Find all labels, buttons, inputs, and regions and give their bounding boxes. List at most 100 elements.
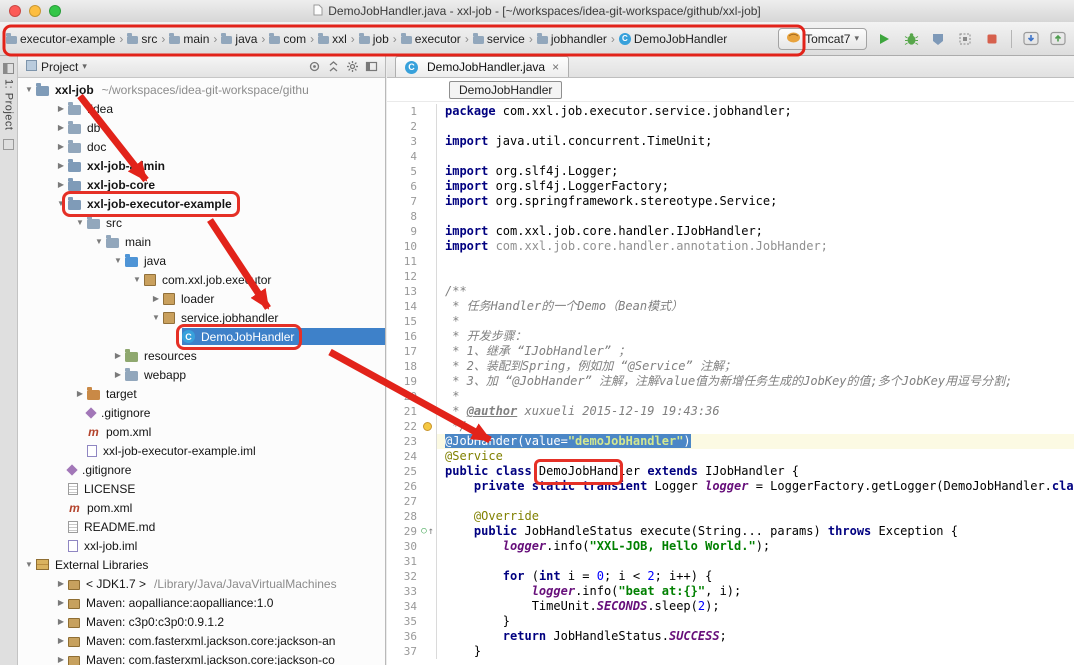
tree-item-LICENSE[interactable]: LICENSE — [18, 479, 385, 498]
tree-item-Maven: com.fasterxml.jackson.core:jackson-an[interactable]: ▶Maven: com.fasterxml.jackson.core:jacks… — [18, 631, 385, 650]
tree-collapse-arrow-icon[interactable]: ▼ — [149, 313, 163, 322]
tree-item-webapp[interactable]: ▶webapp — [18, 365, 385, 384]
tree-item-loader[interactable]: ▶loader — [18, 289, 385, 308]
tree-expand-arrow-icon[interactable]: ▶ — [54, 180, 68, 189]
tree-item-db[interactable]: ▶db — [18, 118, 385, 137]
tree-item-xxl-job-executor-example[interactable]: ▼xxl-job-executor-example — [18, 194, 385, 213]
code-line-30[interactable]: 30 logger.info("XXL-JOB, Hello World."); — [387, 539, 1074, 554]
minimize-window-icon[interactable] — [29, 5, 41, 17]
tree-item-.gitignore[interactable]: .gitignore — [18, 460, 385, 479]
tree-item-pom.xml[interactable]: mpom.xml — [18, 498, 385, 517]
breadcrumb-item-jobhandler[interactable]: jobhandler — [536, 30, 608, 48]
code-line-20[interactable]: 20 * — [387, 389, 1074, 404]
code-line-25[interactable]: 25public class DemoJobHandler extends IJ… — [387, 464, 1074, 479]
tree-item-DemoJobHandler[interactable]: CDemoJobHandler — [18, 327, 385, 346]
tree-item-Maven: c3p0:c3p0:0.9.1.2[interactable]: ▶Maven: c3p0:c3p0:0.9.1.2 — [18, 612, 385, 631]
tree-collapse-arrow-icon[interactable]: ▼ — [73, 218, 87, 227]
tree-expand-arrow-icon[interactable]: ▶ — [54, 655, 68, 664]
code-line-7[interactable]: 7import org.springframework.stereotype.S… — [387, 194, 1074, 209]
code-line-23[interactable]: 23@JobHander(value="demoJobHandler") — [387, 434, 1074, 449]
tree-item-README.md[interactable]: README.md — [18, 517, 385, 536]
code-line-26[interactable]: 26 private static transient Logger logge… — [387, 479, 1074, 494]
code-line-1[interactable]: 1package com.xxl.job.executor.service.jo… — [387, 104, 1074, 119]
code-line-32[interactable]: 32 for (int i = 0; i < 2; i++) { — [387, 569, 1074, 584]
locate-file-icon[interactable] — [308, 60, 321, 73]
breadcrumb-item-java[interactable]: java — [220, 30, 258, 48]
code-line-5[interactable]: 5import org.slf4j.Logger; — [387, 164, 1074, 179]
close-tab-icon[interactable]: × — [552, 60, 559, 74]
code-line-2[interactable]: 2 — [387, 119, 1074, 134]
code-line-12[interactable]: 12 — [387, 269, 1074, 284]
tool-window-switcher-icon[interactable] — [3, 61, 14, 72]
tree-item-doc[interactable]: ▶doc — [18, 137, 385, 156]
profiler-button[interactable] — [955, 29, 975, 49]
code-line-28[interactable]: 28 @Override — [387, 509, 1074, 524]
tree-item-java[interactable]: ▼java — [18, 251, 385, 270]
code-editor[interactable]: 1package com.xxl.job.executor.service.jo… — [387, 102, 1074, 665]
tree-item-main[interactable]: ▼main — [18, 232, 385, 251]
tree-collapse-arrow-icon[interactable]: ▼ — [130, 275, 144, 284]
code-line-18[interactable]: 18 * 2、装配到Spring，例如加 “@Service” 注解； — [387, 359, 1074, 374]
code-line-4[interactable]: 4 — [387, 149, 1074, 164]
tree-item-com.xxl.job.executor[interactable]: ▼com.xxl.job.executor — [18, 270, 385, 289]
code-line-16[interactable]: 16 * 开发步骤： — [387, 329, 1074, 344]
tree-item-Maven: aopalliance:aopalliance:1.0[interactable]: ▶Maven: aopalliance:aopalliance:1.0 — [18, 593, 385, 612]
tree-expand-arrow-icon[interactable]: ▶ — [54, 123, 68, 132]
tree-expand-arrow-icon[interactable]: ▶ — [54, 142, 68, 151]
breadcrumb-item-DemoJobHandler[interactable]: CDemoJobHandler — [618, 30, 728, 48]
tree-expand-arrow-icon[interactable]: ▶ — [54, 598, 68, 607]
project-view-selector[interactable]: Project ▾ — [22, 60, 87, 74]
tree-item-xxl-job[interactable]: ▼xxl-job~/workspaces/idea-git-workspace/… — [18, 80, 385, 99]
tree-expand-arrow-icon[interactable]: ▶ — [54, 617, 68, 626]
vcs-update-button[interactable] — [1021, 29, 1041, 49]
breadcrumb-item-src[interactable]: src — [126, 30, 158, 48]
code-line-24[interactable]: 24@Service — [387, 449, 1074, 464]
coverage-button[interactable] — [928, 29, 948, 49]
tree-expand-arrow-icon[interactable]: ▶ — [54, 579, 68, 588]
tree-item-.gitignore[interactable]: .gitignore — [18, 403, 385, 422]
code-line-37[interactable]: 37 } — [387, 644, 1074, 659]
breadcrumb-item-service[interactable]: service — [472, 30, 526, 48]
tree-item-< JDK1.7 >[interactable]: ▶< JDK1.7 >/Library/Java/JavaVirtualMach… — [18, 574, 385, 593]
editor-tab-demojobhandler[interactable]: C DemoJobHandler.java × — [395, 56, 569, 77]
code-line-10[interactable]: 10import com.xxl.job.core.handler.annota… — [387, 239, 1074, 254]
code-line-31[interactable]: 31 — [387, 554, 1074, 569]
run-configuration-select[interactable]: Tomcat7 ▾ — [778, 28, 867, 50]
hide-panel-icon[interactable] — [365, 60, 378, 73]
breadcrumb-item-job[interactable]: job — [358, 30, 390, 48]
code-line-3[interactable]: 3import java.util.concurrent.TimeUnit; — [387, 134, 1074, 149]
code-line-8[interactable]: 8 — [387, 209, 1074, 224]
debug-button[interactable] — [901, 29, 921, 49]
vcs-commit-button[interactable] — [1048, 29, 1068, 49]
tree-expand-arrow-icon[interactable]: ▶ — [73, 389, 87, 398]
code-line-21[interactable]: 21 * @author xuxueli 2015-12-19 19:43:36 — [387, 404, 1074, 419]
tree-item-xxl-job-executor-example.iml[interactable]: xxl-job-executor-example.iml — [18, 441, 385, 460]
code-line-6[interactable]: 6import org.slf4j.LoggerFactory; — [387, 179, 1074, 194]
code-line-9[interactable]: 9import com.xxl.job.core.handler.IJobHan… — [387, 224, 1074, 239]
tree-item-src[interactable]: ▼src — [18, 213, 385, 232]
breadcrumb-item-executor-example[interactable]: executor-example — [5, 30, 116, 48]
breadcrumb-class-chip[interactable]: DemoJobHandler — [449, 81, 562, 99]
breadcrumb-item-executor[interactable]: executor — [400, 30, 462, 48]
settings-gear-icon[interactable] — [346, 60, 359, 73]
tree-collapse-arrow-icon[interactable]: ▼ — [22, 85, 36, 94]
code-line-22[interactable]: 22 */ — [387, 419, 1074, 434]
intention-bulb-icon[interactable] — [423, 422, 432, 431]
tree-expand-arrow-icon[interactable]: ▶ — [111, 351, 125, 360]
tree-item-pom.xml[interactable]: mpom.xml — [18, 422, 385, 441]
favorites-tool-window-icon[interactable] — [3, 137, 14, 148]
code-line-13[interactable]: 13/** — [387, 284, 1074, 299]
tree-item-resources[interactable]: ▶resources — [18, 346, 385, 365]
code-line-19[interactable]: 19 * 3、加 “@JobHander” 注解，注解value值为新增任务生成… — [387, 374, 1074, 389]
code-line-36[interactable]: 36 return JobHandleStatus.SUCCESS; — [387, 629, 1074, 644]
tree-item-xxl-job.iml[interactable]: xxl-job.iml — [18, 536, 385, 555]
tree-expand-arrow-icon[interactable]: ▶ — [54, 636, 68, 645]
navigate-up-icon[interactable]: ↑ — [428, 527, 434, 537]
code-line-11[interactable]: 11 — [387, 254, 1074, 269]
code-line-15[interactable]: 15 * — [387, 314, 1074, 329]
tree-item-External Libraries[interactable]: ▼External Libraries — [18, 555, 385, 574]
code-line-14[interactable]: 14 * 任务Handler的一个Demo（Bean模式） — [387, 299, 1074, 314]
tree-expand-arrow-icon[interactable]: ▶ — [111, 370, 125, 379]
collapse-all-icon[interactable] — [327, 60, 340, 73]
tree-item-service.jobhandler[interactable]: ▼service.jobhandler — [18, 308, 385, 327]
